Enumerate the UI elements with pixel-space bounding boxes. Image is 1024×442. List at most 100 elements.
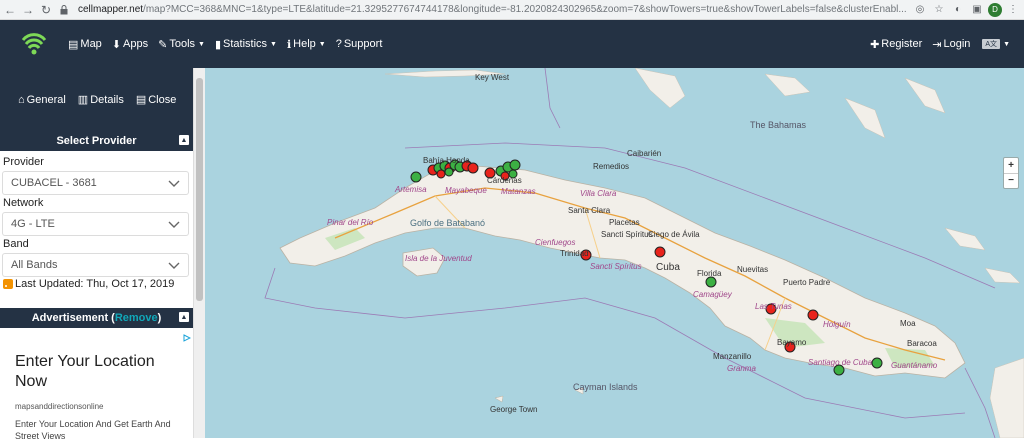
advertisement-header: Advertisement (Remove) ▲: [0, 308, 193, 328]
ad-description: Enter Your Location And Get Earth And St…: [15, 419, 171, 441]
map-icon: ▤: [135, 94, 147, 106]
last-updated-text: Last Updated: Thu, Oct 17, 2019: [15, 278, 175, 290]
map-label-trinidad: Trinidad: [560, 249, 589, 258]
map-label-pinar: Pinar del Río: [327, 218, 374, 227]
band-select[interactable]: All Bands: [2, 253, 189, 277]
back-icon[interactable]: ←: [2, 2, 18, 18]
provider-select[interactable]: CUBACEL - 3681: [2, 171, 189, 195]
question-icon: ?: [335, 38, 342, 50]
select-provider-title: Select Provider: [56, 135, 137, 147]
info-icon: ℹ: [286, 38, 292, 51]
ad-title-suffix: ): [157, 312, 162, 324]
map-label-las-tunas: Las Tunas: [755, 302, 792, 311]
tower-marker-inactive[interactable]: [654, 246, 666, 258]
close-button[interactable]: ▤ Close: [135, 93, 177, 107]
zoom-in-button[interactable]: +: [1004, 158, 1018, 174]
advertisement-title: Advertisement (Remove): [32, 312, 162, 324]
map-label-matanzas: Matanzas: [501, 187, 536, 196]
map-label-george-town: George Town: [490, 405, 538, 414]
map-label-remedios: Remedios: [593, 162, 630, 171]
ad-headline[interactable]: Enter Your Location Now: [15, 352, 185, 392]
profile-avatar[interactable]: D: [988, 2, 1002, 17]
nav-map-label: Map: [80, 38, 102, 50]
browser-toolbar: ← → ↻ cellmapper.net/map?MCC=368&MNC=1&t…: [0, 0, 1024, 20]
cellmapper-logo[interactable]: [14, 24, 54, 64]
sidebar-toolbar: ⌂ General ▥ Details ▤ Close: [0, 68, 205, 131]
map-label-baracoa: Baracoa: [907, 339, 937, 348]
pocket-icon[interactable]: ▣: [969, 2, 985, 18]
map-label-santa-clara: Santa Clara: [568, 206, 611, 215]
map-label-santiago: Santiago de Cuba: [808, 358, 873, 367]
sidebar-scrollbar[interactable]: [193, 68, 205, 438]
download-icon: ⬇: [111, 38, 122, 51]
bar-chart-icon: ▮: [214, 38, 222, 51]
details-label: Details: [90, 93, 124, 106]
tower-marker-active[interactable]: [410, 171, 422, 183]
rss-icon[interactable]: [3, 279, 13, 289]
map-label-cardenas: Cárdenas: [487, 176, 522, 185]
caret-down-icon: ▼: [318, 40, 326, 48]
map-icon: ▤: [68, 38, 79, 51]
ad-choices-icon[interactable]: [183, 334, 191, 342]
network-label: Network: [3, 197, 44, 209]
chevron-down-icon: [168, 221, 180, 228]
details-button[interactable]: ▥ Details: [78, 93, 124, 107]
collapse-icon[interactable]: ▲: [179, 135, 189, 145]
language-selector[interactable]: A文 ▼: [980, 39, 1010, 49]
map-label-caibarien: Caibarién: [627, 149, 662, 158]
tower-marker-active[interactable]: [871, 357, 883, 369]
band-value: All Bands: [11, 259, 58, 271]
network-value: 4G - LTE: [11, 218, 55, 230]
star-icon[interactable]: ☆: [931, 2, 947, 18]
login-label: Login: [943, 38, 971, 50]
collapse-icon[interactable]: ▲: [179, 312, 189, 322]
nav-map[interactable]: ▤ Map: [68, 38, 102, 51]
general-button[interactable]: ⌂ General: [18, 94, 66, 106]
network-select[interactable]: 4G - LTE: [2, 212, 189, 236]
tower-marker-active[interactable]: [509, 159, 521, 171]
nav-tools-label: Tools: [169, 38, 196, 50]
map-label-camaguey: Camagüey: [693, 290, 732, 299]
nav-support-label: Support: [343, 38, 383, 50]
nav-apps[interactable]: ⬇ Apps: [112, 38, 148, 51]
advertisement[interactable]: Enter Your Location Now mapsanddirection…: [0, 330, 193, 441]
url-host: cellmapper.net: [78, 4, 144, 15]
map-label-cayman-islands: Cayman Islands: [573, 382, 638, 392]
forward-icon[interactable]: →: [20, 2, 36, 18]
zoom-out-button[interactable]: −: [1004, 174, 1018, 189]
close-label: Close: [148, 93, 177, 106]
map-label-golfo-batabano: Golfo de Batabanó: [410, 218, 486, 228]
tower-marker-inactive[interactable]: [436, 169, 446, 179]
reload-icon[interactable]: ↻: [38, 2, 54, 18]
tower-marker-active[interactable]: [705, 276, 717, 288]
user-plus-icon: ✚: [870, 38, 880, 51]
lock-icon[interactable]: [56, 2, 72, 18]
menu-icon[interactable]: ⋮: [1005, 2, 1021, 18]
ad-domain: mapsanddirectionsonline: [15, 402, 104, 411]
register-link[interactable]: ✚ Register: [870, 38, 922, 51]
address-bar[interactable]: cellmapper.net/map?MCC=368&MNC=1&type=LT…: [78, 2, 906, 18]
register-label: Register: [881, 38, 923, 50]
remove-ad-link[interactable]: Remove: [115, 312, 158, 324]
language-icon: A文: [982, 39, 1001, 49]
site-navbar: ▤ Map ⬇ Apps ✎ Tools ▼ ▮ Statistics ▼ ℹ Help ▼ ?…: [0, 20, 1024, 68]
nav-statistics[interactable]: ▮ Statistics ▼: [215, 38, 277, 51]
caret-down-icon: ▼: [1003, 40, 1010, 48]
tower-marker-inactive[interactable]: [807, 309, 819, 321]
nav-statistics-label: Statistics: [223, 38, 268, 50]
map-view[interactable]: Key West The Bahamas Caibarién Remedios …: [205, 68, 1024, 438]
extension-icon[interactable]: ◐: [950, 2, 966, 18]
map-label-ciego-de-avila: Ciego de Ávila: [648, 230, 700, 239]
map-label-artemisa: Artemisa: [395, 185, 427, 194]
location-icon[interactable]: ◎: [912, 2, 928, 18]
nav-tools[interactable]: ✎ Tools ▼: [158, 38, 205, 51]
nav-help[interactable]: ℹ Help ▼: [287, 38, 326, 51]
scrollbar-thumb[interactable]: [196, 78, 203, 301]
map-label-cienfuegos: Cienfuegos: [535, 238, 576, 247]
login-link[interactable]: ⇥ Login: [932, 38, 970, 51]
nav-support[interactable]: ? Support: [336, 38, 383, 50]
sidebar: ⌂ General ▥ Details ▤ Close Select Provider…: [0, 68, 205, 441]
map-label-mayabeque: Mayabeque: [445, 186, 487, 195]
tower-marker-active[interactable]: [444, 167, 454, 177]
select-provider-header: Select Provider ▲: [0, 131, 193, 151]
